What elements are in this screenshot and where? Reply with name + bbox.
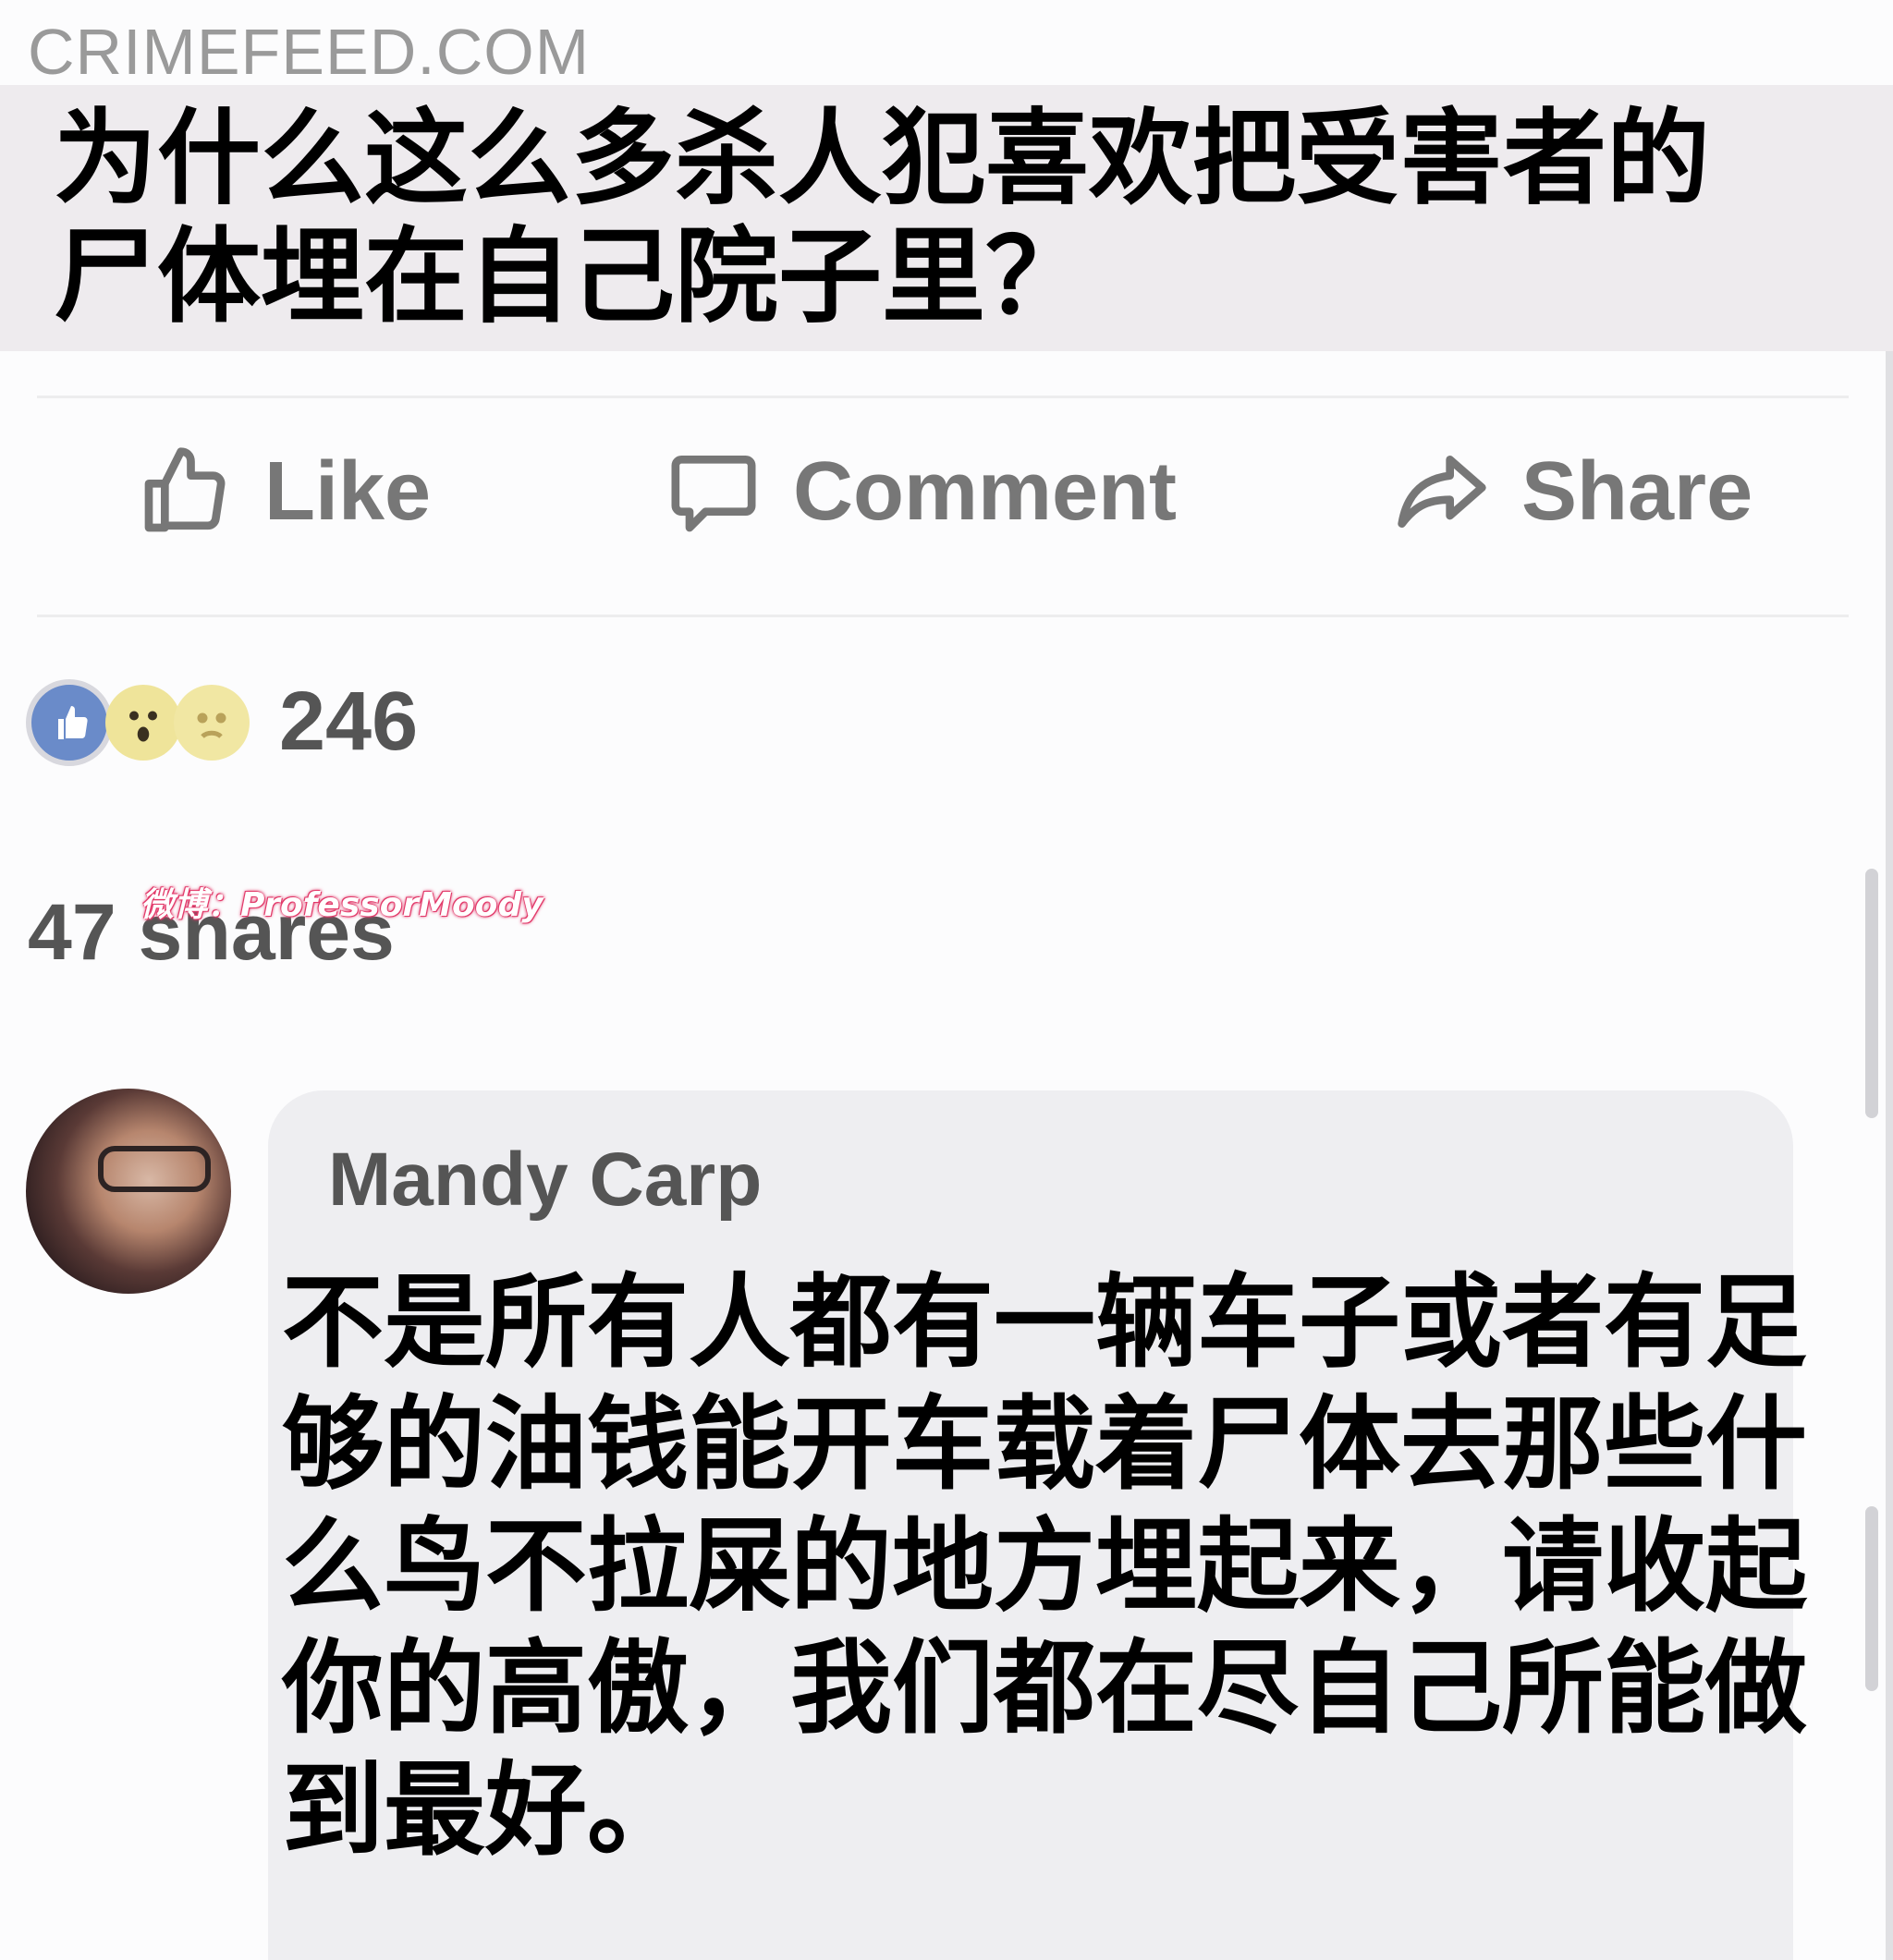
watermark: 微博：ProfessorMoody [140,886,543,924]
glasses-detail [98,1146,211,1192]
sad-icon [174,684,250,761]
wow-icon [105,684,181,761]
scrollbar-thumb[interactable] [1865,869,1878,1118]
comment-author[interactable]: Mandy Carp [328,1137,762,1223]
thumbs-up-icon [137,444,233,540]
share-label: Share [1521,444,1753,538]
post-title: 为什么这么多杀人犯喜欢把受害者的尸体埋在自己院子里？ [54,99,1710,337]
reaction-count: 246 [279,676,419,768]
action-bar: Like Comment Share [0,444,1893,554]
window-edge [1886,351,1893,1960]
avatar[interactable] [26,1089,231,1294]
scrollbar-thumb[interactable] [1865,1506,1878,1691]
divider [37,396,1849,398]
like-label: Like [264,444,432,538]
comment-bubble-icon [666,444,762,540]
share-arrow-icon [1394,444,1490,540]
comment-text: 不是所有人都有一辆车子或者有足够的油钱能开车载着尸体去那些什么鸟不拉屎的地方埋起… [282,1263,1807,1869]
comment-button[interactable]: Comment [666,444,1177,540]
like-icon [26,678,113,766]
reaction-summary[interactable]: 246 [26,675,418,770]
divider [37,615,1849,617]
like-button[interactable]: Like [137,444,431,540]
site-label: CRIMEFEED.COM [28,16,590,88]
comment-label: Comment [793,444,1178,538]
share-button[interactable]: Share [1394,444,1753,540]
